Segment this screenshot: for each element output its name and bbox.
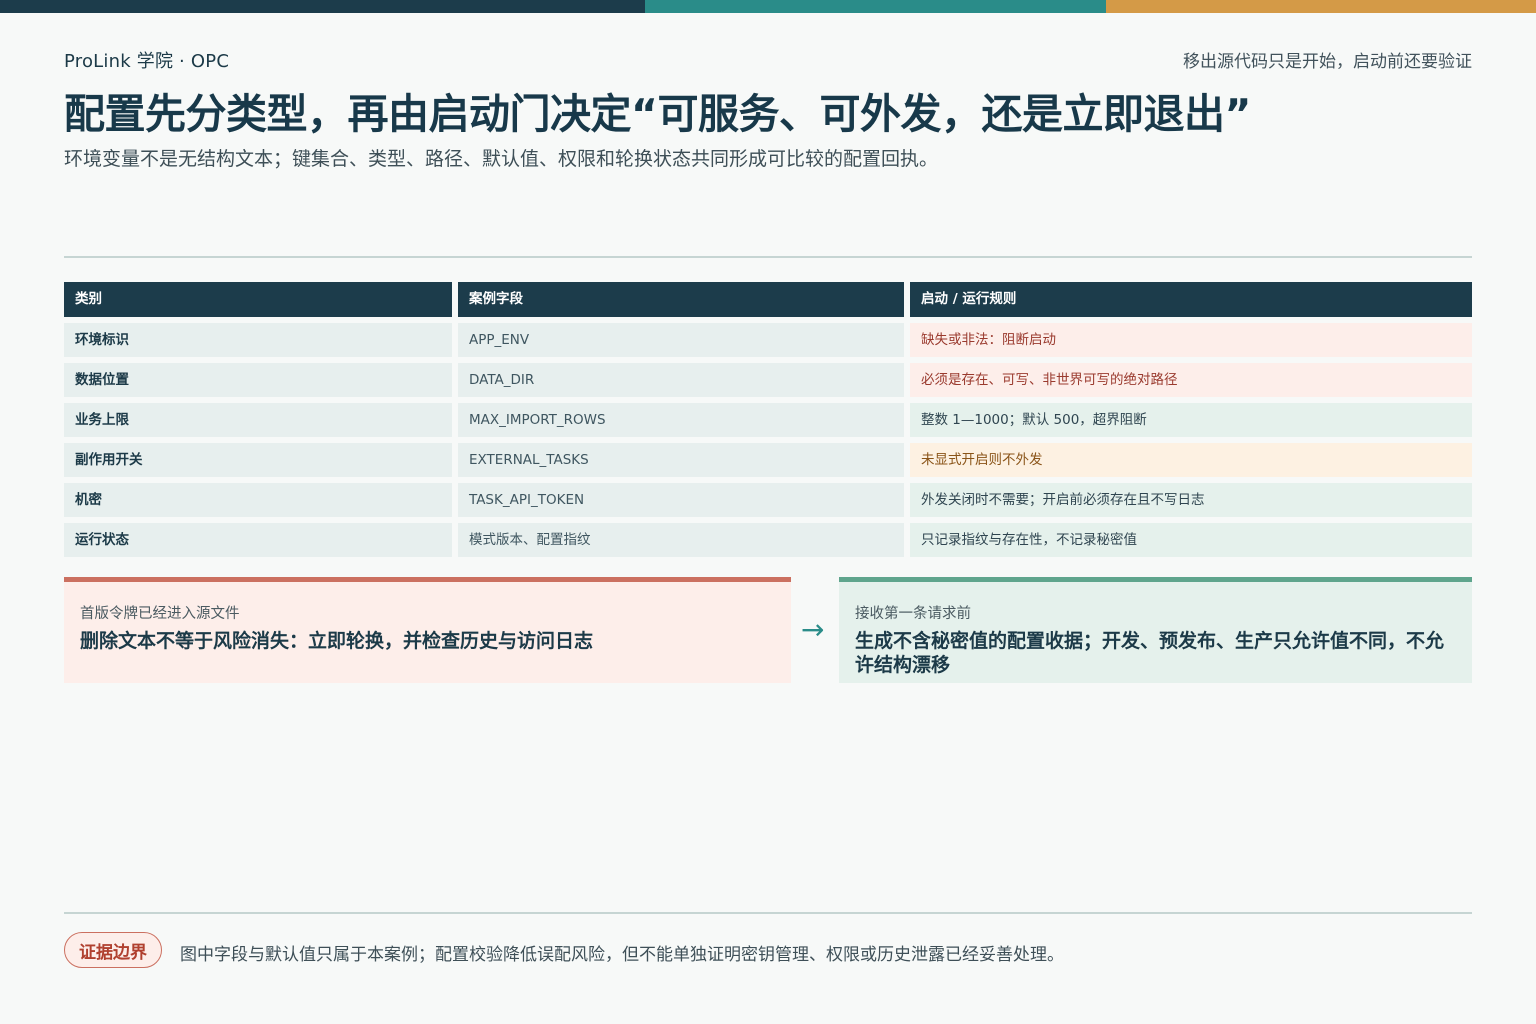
table-row: 副作用开关 EXTERNAL_TASKS 未显式开启则不外发 — [64, 443, 1472, 477]
risk-card-label: 首版令牌已经进入源文件 — [80, 606, 240, 622]
column-header-field: 案例字段 — [458, 282, 904, 317]
top-bar-navy-segment — [0, 0, 645, 13]
footer-note: 图中字段与默认值只属于本案例；配置校验降低误配风险，但不能单独证明密钥管理、权限… — [180, 945, 1064, 965]
arrow-right-icon: → — [801, 613, 825, 646]
row-field: EXTERNAL_TASKS — [458, 443, 904, 477]
evidence-boundary-badge: 证据边界 — [64, 932, 162, 968]
top-bar-teal-segment — [645, 0, 1106, 13]
column-header-category: 类别 — [64, 282, 452, 317]
row-category: 运行状态 — [64, 523, 452, 557]
config-table: 类别 案例字段 启动 / 运行规则 环境标识 APP_ENV 缺失或非法：阻断启… — [64, 282, 1472, 563]
divider-bottom — [64, 912, 1472, 914]
row-rule: 缺失或非法：阻断启动 — [910, 323, 1472, 357]
row-field: APP_ENV — [458, 323, 904, 357]
receipt-card-text: 生成不含秘密值的配置收据；开发、预发布、生产只允许值不同，不允许结构漂移 — [855, 630, 1445, 676]
row-field: DATA_DIR — [458, 363, 904, 397]
row-category: 机密 — [64, 483, 452, 517]
row-category: 环境标识 — [64, 323, 452, 357]
brand-label: ProLink 学院 · OPC — [64, 51, 230, 72]
top-bar-amber-segment — [1106, 0, 1536, 13]
divider-top — [64, 256, 1472, 258]
table-header-row: 类别 案例字段 启动 / 运行规则 — [64, 282, 1472, 317]
receipt-card: 接收第一条请求前 生成不含秘密值的配置收据；开发、预发布、生产只允许值不同，不允… — [839, 577, 1472, 683]
page-title: 配置先分类型，再由启动门决定“可服务、可外发，还是立即退出” — [64, 90, 1251, 138]
table-row: 业务上限 MAX_IMPORT_ROWS 整数 1—1000；默认 500，超界… — [64, 403, 1472, 437]
row-rule: 整数 1—1000；默认 500，超界阻断 — [910, 403, 1472, 437]
column-header-rule: 启动 / 运行规则 — [910, 282, 1472, 317]
header-tagline: 移出源代码只是开始，启动前还要验证 — [1183, 52, 1472, 72]
table-row: 环境标识 APP_ENV 缺失或非法：阻断启动 — [64, 323, 1472, 357]
table-row: 数据位置 DATA_DIR 必须是存在、可写、非世界可写的绝对路径 — [64, 363, 1472, 397]
row-field: MAX_IMPORT_ROWS — [458, 403, 904, 437]
row-rule: 只记录指纹与存在性，不记录秘密值 — [910, 523, 1472, 557]
risk-card: 首版令牌已经进入源文件 删除文本不等于风险消失：立即轮换，并检查历史与访问日志 — [64, 577, 791, 683]
table-row: 机密 TASK_API_TOKEN 外发关闭时不需要；开启前必须存在且不写日志 — [64, 483, 1472, 517]
row-field: 模式版本、配置指纹 — [458, 523, 904, 557]
page-subtitle: 环境变量不是无结构文本；键集合、类型、路径、默认值、权限和轮换状态共同形成可比较… — [64, 148, 939, 170]
row-category: 业务上限 — [64, 403, 452, 437]
top-color-bar — [0, 0, 1536, 13]
receipt-card-label: 接收第一条请求前 — [855, 606, 971, 622]
row-category: 数据位置 — [64, 363, 452, 397]
row-category: 副作用开关 — [64, 443, 452, 477]
row-rule: 未显式开启则不外发 — [910, 443, 1472, 477]
row-field: TASK_API_TOKEN — [458, 483, 904, 517]
risk-card-text: 删除文本不等于风险消失：立即轮换，并检查历史与访问日志 — [80, 630, 594, 652]
row-rule: 外发关闭时不需要；开启前必须存在且不写日志 — [910, 483, 1472, 517]
table-row: 运行状态 模式版本、配置指纹 只记录指纹与存在性，不记录秘密值 — [64, 523, 1472, 557]
row-rule: 必须是存在、可写、非世界可写的绝对路径 — [910, 363, 1472, 397]
